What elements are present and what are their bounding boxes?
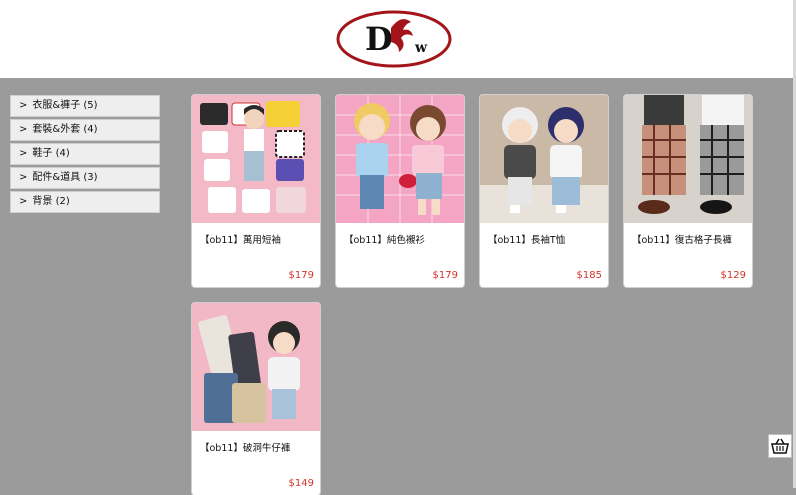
product-title[interactable]: 【ob11】純色襯衫 bbox=[344, 232, 425, 246]
product-price: $149 bbox=[288, 478, 314, 489]
chevron-right-icon: > bbox=[19, 172, 28, 183]
category-item-sets-jackets[interactable]: > 套裝&外套 (4) bbox=[10, 119, 160, 141]
shopping-basket-icon bbox=[771, 438, 789, 454]
product-title[interactable]: 【ob11】長袖T恤 bbox=[488, 232, 565, 246]
product-title[interactable]: 【ob11】萬用短袖 bbox=[200, 232, 281, 246]
shopping-cart-button[interactable] bbox=[768, 434, 792, 458]
product-card[interactable]: 【ob11】萬用短袖 $179 bbox=[192, 95, 320, 287]
chevron-right-icon: > bbox=[19, 124, 28, 135]
site-header: D w bbox=[0, 0, 793, 78]
plaid-pants-photo bbox=[624, 95, 752, 223]
category-label: 套裝&外套 (4) bbox=[32, 124, 98, 135]
product-price: $179 bbox=[432, 270, 458, 281]
category-item-accessories-props[interactable]: > 配件&道具 (3) bbox=[10, 167, 160, 189]
category-sidebar: > 衣服&褲子 (5) > 套裝&外套 (4) > 鞋子 (4) > 配件&道具 (3)… bbox=[10, 95, 160, 215]
ripped-jeans-photo bbox=[192, 303, 320, 431]
product-card[interactable]: 【ob11】復古格子長褲 $129 bbox=[624, 95, 752, 287]
category-label: 背景 (2) bbox=[32, 196, 70, 207]
category-item-shoes[interactable]: > 鞋子 (4) bbox=[10, 143, 160, 165]
product-card[interactable]: 【ob11】純色襯衫 $179 bbox=[336, 95, 464, 287]
category-label: 配件&道具 (3) bbox=[32, 172, 98, 183]
site-logo[interactable]: D w bbox=[335, 10, 453, 68]
chevron-right-icon: > bbox=[19, 148, 28, 159]
doll-longsleeve-photo bbox=[480, 95, 608, 223]
product-card[interactable]: 【ob11】破洞牛仔褲 $149 bbox=[192, 303, 320, 495]
product-price: $179 bbox=[288, 270, 314, 281]
chevron-right-icon: > bbox=[19, 100, 28, 111]
svg-text:w: w bbox=[414, 40, 428, 56]
product-price: $185 bbox=[576, 270, 602, 281]
category-item-backgrounds[interactable]: > 背景 (2) bbox=[10, 191, 160, 213]
category-label: 衣服&褲子 (5) bbox=[32, 100, 98, 111]
chevron-right-icon: > bbox=[19, 196, 28, 207]
category-label: 鞋子 (4) bbox=[32, 148, 70, 159]
product-title[interactable]: 【ob11】破洞牛仔褲 bbox=[200, 440, 290, 454]
tshirt-collection-photo bbox=[192, 95, 320, 223]
doll-couple-shirts-photo bbox=[336, 95, 464, 223]
product-card[interactable]: 【ob11】長袖T恤 $185 bbox=[480, 95, 608, 287]
svg-text:D: D bbox=[365, 20, 393, 58]
category-item-clothes-pants[interactable]: > 衣服&褲子 (5) bbox=[10, 95, 160, 117]
product-price: $129 bbox=[720, 270, 746, 281]
product-title[interactable]: 【ob11】復古格子長褲 bbox=[632, 232, 732, 246]
logo-graphic: D w bbox=[336, 10, 452, 68]
